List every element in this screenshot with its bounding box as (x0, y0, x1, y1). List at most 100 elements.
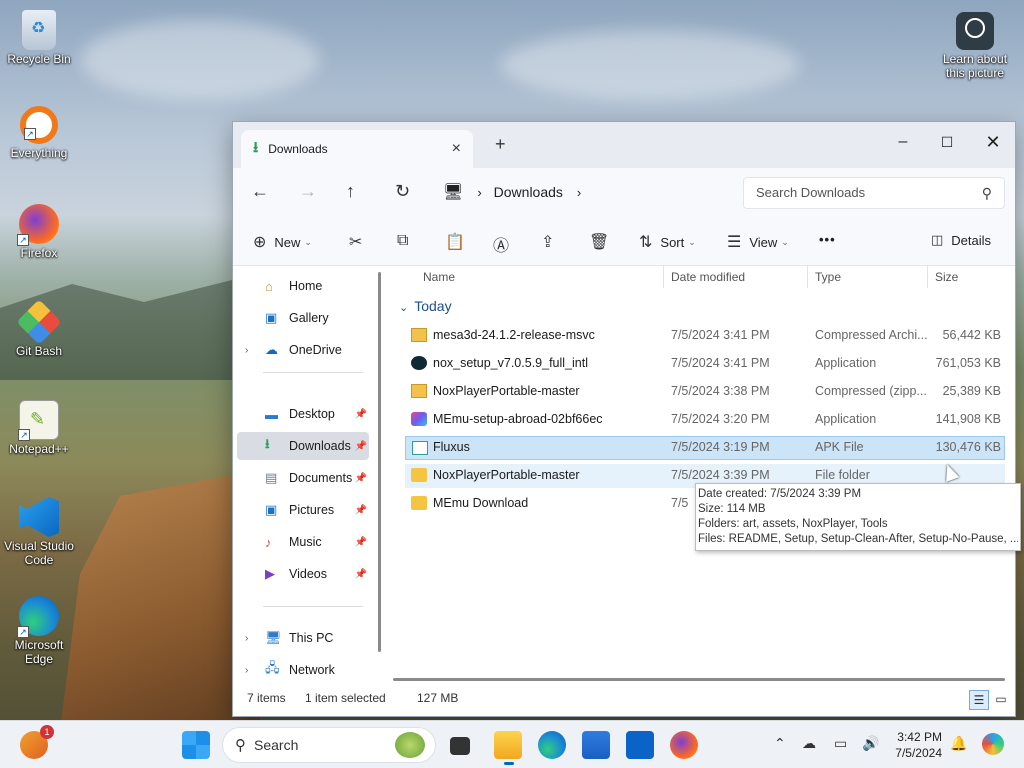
music-icon: ♪ (265, 534, 272, 550)
file-explorer-taskbar-icon[interactable] (494, 731, 522, 765)
more-options-button[interactable]: ••• (819, 232, 836, 247)
cloud-sync-icon[interactable]: ☁ (802, 735, 816, 752)
tab-downloads[interactable]: ⭳ Downloads × (241, 130, 473, 168)
delete-button[interactable]: 🗑 (589, 232, 609, 252)
file-date: 7/5/2024 3:41 PM (671, 356, 770, 370)
refresh-button[interactable]: ↻ (395, 181, 410, 202)
clock[interactable]: 3:42 PM 7/5/2024 (886, 729, 942, 761)
sidebar-item-onedrive[interactable]: › ☁ OneDrive (237, 336, 369, 364)
details-view-button[interactable]: ☰ (969, 690, 989, 710)
chevron-right-icon[interactable]: › (245, 633, 248, 644)
volume-icon[interactable]: 🔊 (862, 735, 879, 752)
close-button[interactable]: ✕ (971, 128, 1015, 156)
sidebar-scrollbar[interactable] (378, 272, 381, 652)
nox-app-icon (411, 356, 427, 370)
sort-button[interactable]: ⇅ Sort ⌄ (639, 232, 696, 252)
store-icon[interactable] (582, 731, 610, 759)
cloud-icon: ☁ (265, 342, 278, 357)
copy-button[interactable]: ⧉ (397, 232, 408, 250)
file-row[interactable]: mesa3d-24.1.2-release-msvc 7/5/2024 3:41… (405, 324, 1005, 348)
desktop-icon-everything[interactable]: ↗ Everything (3, 106, 75, 160)
video-icon: ▶ (265, 566, 275, 581)
sidebar-item-label: Downloads (289, 439, 351, 453)
up-button[interactable]: ↑ (346, 181, 355, 202)
close-tab-icon[interactable]: × (452, 140, 461, 158)
outlook-icon[interactable] (626, 731, 654, 759)
widgets-icon[interactable]: 1 (20, 725, 54, 759)
zip-archive-icon (411, 328, 427, 342)
rename-button[interactable]: Ⓐ (493, 232, 509, 256)
file-row[interactable]: MEmu-setup-abroad-02bf66ec 7/5/2024 3:20… (405, 408, 1005, 432)
taskbar-search[interactable]: ⚲ Search (222, 727, 436, 763)
learn-about-picture[interactable]: Learn about this picture (938, 12, 1012, 80)
search-icon: ⚲ (235, 737, 246, 754)
column-header-date[interactable]: Date modified (671, 266, 745, 288)
desktop-folder-icon: ▬ (265, 406, 278, 422)
sidebar-item-pictures[interactable]: ▣ Pictures 📌 (237, 496, 369, 524)
download-icon: ⭳ (265, 436, 270, 451)
details-button[interactable]: ◫ Details (931, 232, 991, 248)
desktop-icon-recycle-bin[interactable]: ♻ Recycle Bin (3, 10, 75, 66)
chevron-up-icon[interactable]: ⌃ (774, 735, 786, 752)
chevron-down-icon: ⌄ (688, 236, 696, 247)
sidebar-item-this-pc[interactable]: › 🖥 This PC (237, 624, 369, 652)
forward-button[interactable]: → (299, 181, 317, 202)
display-icon[interactable]: ▭ (834, 735, 847, 752)
sidebar-item-music[interactable]: ♪ Music 📌 (237, 528, 369, 556)
column-divider (927, 266, 928, 288)
breadcrumb[interactable]: 🖥 › Downloads › (443, 182, 581, 202)
navigation-pane: ⌂ Home ▣ Gallery › ☁ OneDrive ▬ Desktop 📌 ⭳ D… (233, 266, 381, 677)
start-button[interactable] (182, 731, 210, 759)
notification-bell-icon[interactable]: 🔔 (950, 735, 967, 752)
back-button[interactable]: ← (251, 181, 269, 202)
minimize-button[interactable]: – (881, 128, 925, 156)
cut-button[interactable]: ✂ (349, 232, 362, 252)
file-row[interactable]: NoxPlayerPortable-master 7/5/2024 3:38 P… (405, 380, 1005, 404)
copilot-icon[interactable] (982, 733, 1004, 755)
breadcrumb-current[interactable]: Downloads (494, 184, 563, 200)
file-size: 56,442 KB (942, 328, 1001, 342)
home-icon: ⌂ (265, 278, 273, 294)
firefox-icon: ↗ (17, 204, 59, 246)
tooltip-files: Files: README, Setup, Setup-Clean-After,… (698, 533, 1018, 545)
clock-time: 3:42 PM (897, 730, 942, 744)
search-input[interactable]: Search Downloads ⚲ (743, 177, 1005, 209)
chevron-right-icon[interactable]: › (245, 665, 248, 676)
new-button[interactable]: ⊕ New ⌄ (253, 232, 312, 252)
chevron-right-icon: › (576, 184, 582, 200)
chevron-right-icon[interactable]: › (245, 345, 248, 356)
desktop-icon-edge[interactable]: ↗ Microsoft Edge (3, 596, 75, 666)
edge-taskbar-icon[interactable] (538, 731, 566, 759)
firefox-taskbar-icon[interactable] (670, 731, 698, 759)
shortcut-arrow-icon: ↗ (24, 128, 36, 140)
task-view-icon[interactable] (450, 737, 470, 755)
column-header-size[interactable]: Size (935, 266, 958, 288)
sidebar-item-gallery[interactable]: ▣ Gallery (237, 304, 369, 332)
sidebar-item-videos[interactable]: ▶ Videos 📌 (237, 560, 369, 588)
file-row[interactable]: nox_setup_v7.0.5.9_full_intl 7/5/2024 3:… (405, 352, 1005, 376)
tiles-view-button[interactable]: ▭ (991, 690, 1011, 710)
sidebar-item-downloads[interactable]: ⭳ Downloads 📌 (237, 432, 369, 460)
file-name: NoxPlayerPortable-master (433, 384, 580, 398)
paste-button[interactable]: 📋 (445, 232, 465, 252)
share-button[interactable]: ⇪ (541, 232, 554, 252)
computer-icon: 🖥 (265, 630, 282, 645)
file-row-selected[interactable]: Fluxus 7/5/2024 3:19 PM APK File 130,476… (405, 436, 1005, 460)
horizontal-scrollbar[interactable] (393, 678, 1005, 681)
new-tab-button[interactable]: + (495, 134, 506, 155)
sidebar-item-home[interactable]: ⌂ Home (237, 272, 369, 300)
desktop-icon-firefox[interactable]: ↗ Firefox (3, 204, 75, 260)
sidebar-item-desktop[interactable]: ▬ Desktop 📌 (237, 400, 369, 428)
sidebar-item-label: Network (289, 663, 335, 677)
sidebar-item-documents[interactable]: ▤ Documents 📌 (237, 464, 369, 492)
column-header-name[interactable]: Name (423, 266, 455, 288)
group-header-today[interactable]: ⌄ Today (399, 298, 452, 314)
column-header-type[interactable]: Type (815, 266, 841, 288)
view-button[interactable]: ☰ View ⌄ (727, 232, 789, 252)
desktop-icon-git-bash[interactable]: Git Bash (3, 299, 75, 358)
file-name: Fluxus (433, 440, 470, 454)
desktop-icon-notepadpp[interactable]: ✎ ↗ Notepad++ (3, 400, 75, 456)
desktop-icon-vscode[interactable]: Visual Studio Code (3, 497, 75, 567)
maximize-button[interactable]: ☐ (925, 128, 969, 156)
sidebar-item-label: Videos (289, 567, 327, 581)
